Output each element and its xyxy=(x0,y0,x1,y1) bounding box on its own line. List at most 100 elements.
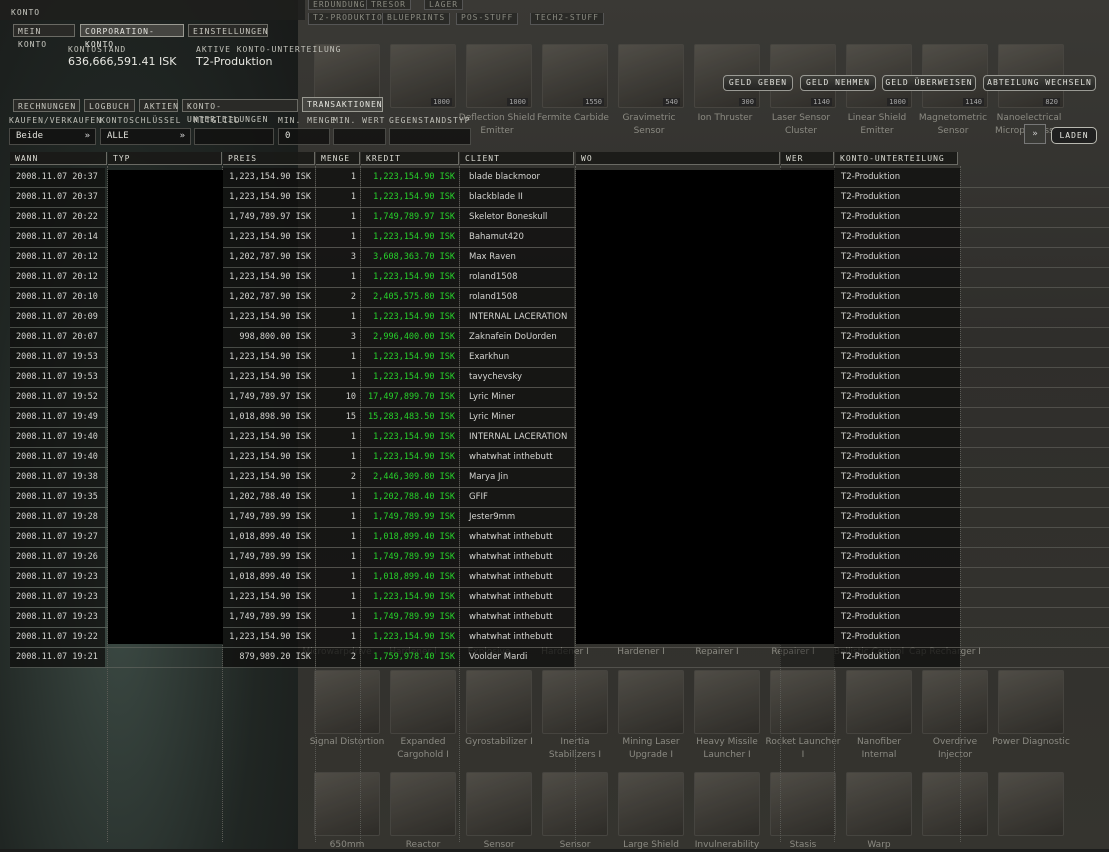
cell-client: whatwhat inthebutt xyxy=(460,528,574,547)
transactions-table: WANN TYP PREIS MENGE KREDIT CLIENT WO WE… xyxy=(10,152,1109,842)
cell-price: 1,223,154.90 ISK xyxy=(223,168,315,187)
cell-date: 2008.11.07 19:52 xyxy=(10,388,105,407)
buysell-select[interactable]: Beide » xyxy=(9,128,96,145)
load-options-icon[interactable]: » xyxy=(1024,124,1046,144)
col-header-date[interactable]: WANN xyxy=(10,152,107,165)
min-qty-label: MIN. MENGE xyxy=(278,116,337,125)
tab-einstellungen[interactable]: EINSTELLUNGEN xyxy=(188,24,268,37)
col-header-where[interactable]: WO xyxy=(576,152,780,165)
active-division-label: AKTIVE KONTO-UNTERTEILUNG xyxy=(196,45,342,54)
account-key-select[interactable]: ALLE » xyxy=(100,128,191,145)
cell-credit: 1,018,899.40 ISK xyxy=(361,568,459,587)
cell-client: roland1508 xyxy=(460,288,574,307)
cell-client: INTERNAL LACERATION xyxy=(460,308,574,327)
cell-division: T2-Produktion xyxy=(834,388,960,407)
cell-price: 1,223,154.90 ISK xyxy=(223,188,315,207)
cell-credit: 1,018,899.40 ISK xyxy=(361,528,459,547)
cell-price: 1,202,787.90 ISK xyxy=(223,288,315,307)
cell-qty: 1 xyxy=(316,588,360,607)
cell-price: 1,223,154.90 ISK xyxy=(223,348,315,367)
tab-aktien[interactable]: AKTIEN xyxy=(139,99,178,112)
table-row[interactable]: 2008.11.07 19:21 879,989.20 ISK 2 1,759,978… xyxy=(10,648,1109,668)
cell-date: 2008.11.07 19:40 xyxy=(10,448,105,467)
cell-price: 1,223,154.90 ISK xyxy=(223,448,315,467)
tab-rechnungen[interactable]: RECHNUNGEN xyxy=(13,99,80,112)
cell-date: 2008.11.07 19:35 xyxy=(10,488,105,507)
cell-qty: 1 xyxy=(316,608,360,627)
min-qty-input[interactable]: 0 xyxy=(278,128,330,145)
cell-division: T2-Produktion xyxy=(834,608,960,627)
item-type-input[interactable] xyxy=(389,128,471,145)
cell-division: T2-Produktion xyxy=(834,308,960,327)
transfer-money-button[interactable]: GELD ÜBERWEISEN xyxy=(882,75,976,91)
cell-credit: 1,202,788.40 ISK xyxy=(361,488,459,507)
cell-date: 2008.11.07 19:53 xyxy=(10,368,105,387)
cell-date: 2008.11.07 19:26 xyxy=(10,548,105,567)
account-key-value: ALLE xyxy=(107,131,129,141)
cell-date: 2008.11.07 19:38 xyxy=(10,468,105,487)
cell-division: T2-Produktion xyxy=(834,448,960,467)
cell-credit: 1,223,154.90 ISK xyxy=(361,448,459,467)
cell-qty: 3 xyxy=(316,248,360,267)
cell-qty: 1 xyxy=(316,508,360,527)
cell-price: 1,223,154.90 ISK xyxy=(223,628,315,647)
cell-division: T2-Produktion xyxy=(834,528,960,547)
min-value-input[interactable] xyxy=(333,128,386,145)
table-header: WANN TYP PREIS MENGE KREDIT CLIENT WO WE… xyxy=(10,152,1109,165)
cell-date: 2008.11.07 20:07 xyxy=(10,328,105,347)
tab-logbuch[interactable]: LOGBUCH xyxy=(84,99,135,112)
cell-client: blackblade II xyxy=(460,188,574,207)
col-header-who[interactable]: WER xyxy=(781,152,834,165)
cell-qty: 1 xyxy=(316,208,360,227)
cell-credit: 1,223,154.90 ISK xyxy=(361,168,459,187)
tab-mein-konto[interactable]: MEIN KONTO xyxy=(13,24,75,49)
chevron-down-icon: » xyxy=(179,131,185,141)
cell-date: 2008.11.07 20:14 xyxy=(10,228,105,247)
cell-date: 2008.11.07 19:22 xyxy=(10,628,105,647)
cell-qty: 1 xyxy=(316,348,360,367)
col-header-type[interactable]: TYP xyxy=(108,152,222,165)
cell-qty: 1 xyxy=(316,308,360,327)
cell-date: 2008.11.07 20:12 xyxy=(10,248,105,267)
cell-date: 2008.11.07 19:23 xyxy=(10,588,105,607)
col-header-client[interactable]: CLIENT xyxy=(460,152,574,165)
cell-date: 2008.11.07 19:49 xyxy=(10,408,105,427)
cell-credit: 2,446,309.80 ISK xyxy=(361,468,459,487)
buysell-label: KAUFEN/VERKAUFEN xyxy=(9,116,103,125)
take-money-button[interactable]: GELD NEHMEN xyxy=(800,75,876,91)
cell-division: T2-Produktion xyxy=(834,428,960,447)
cell-credit: 2,405,575.80 ISK xyxy=(361,288,459,307)
col-header-division[interactable]: KONTO-UNTERTEILUNG xyxy=(835,152,958,165)
cell-client: tavychevsky xyxy=(460,368,574,387)
give-money-button[interactable]: GELD GEBEN xyxy=(723,75,793,91)
wallet-window: KONTO MEIN KONTO CORPORATION-KONTO EINST… xyxy=(0,0,1109,849)
cell-qty: 2 xyxy=(316,288,360,307)
cell-credit: 1,223,154.90 ISK xyxy=(361,628,459,647)
cell-price: 1,223,154.90 ISK xyxy=(223,588,315,607)
cell-credit: 1,223,154.90 ISK xyxy=(361,228,459,247)
cell-qty: 2 xyxy=(316,468,360,487)
redacted-type-column xyxy=(108,170,223,644)
balance-label: KONTOSTAND xyxy=(68,45,127,54)
col-header-price[interactable]: PREIS xyxy=(223,152,315,165)
tab-konto-unterteilungen[interactable]: KONTO-UNTERTEILUNGEN xyxy=(182,99,298,124)
tab-transaktionen[interactable]: TRANSAKTIONEN xyxy=(302,97,383,112)
window-title: KONTO xyxy=(11,8,41,17)
cell-qty: 1 xyxy=(316,568,360,587)
cell-client: whatwhat inthebutt xyxy=(460,628,574,647)
chevron-down-icon: » xyxy=(84,131,90,141)
cell-qty: 1 xyxy=(316,448,360,467)
cell-price: 1,223,154.90 ISK xyxy=(223,308,315,327)
col-header-qty[interactable]: MENGE xyxy=(316,152,360,165)
load-button[interactable]: LADEN xyxy=(1051,127,1097,144)
cell-price: 1,223,154.90 ISK xyxy=(223,468,315,487)
col-header-credit[interactable]: KREDIT xyxy=(361,152,459,165)
switch-division-button[interactable]: ABTEILUNG WECHSELN xyxy=(983,75,1096,91)
cell-division: T2-Produktion xyxy=(834,568,960,587)
cell-price: 1,202,788.40 ISK xyxy=(223,488,315,507)
cell-qty: 1 xyxy=(316,548,360,567)
member-input[interactable] xyxy=(194,128,274,145)
cell-division: T2-Produktion xyxy=(834,488,960,507)
tab-corporation-konto[interactable]: CORPORATION-KONTO xyxy=(80,24,184,49)
cell-division: T2-Produktion xyxy=(834,468,960,487)
